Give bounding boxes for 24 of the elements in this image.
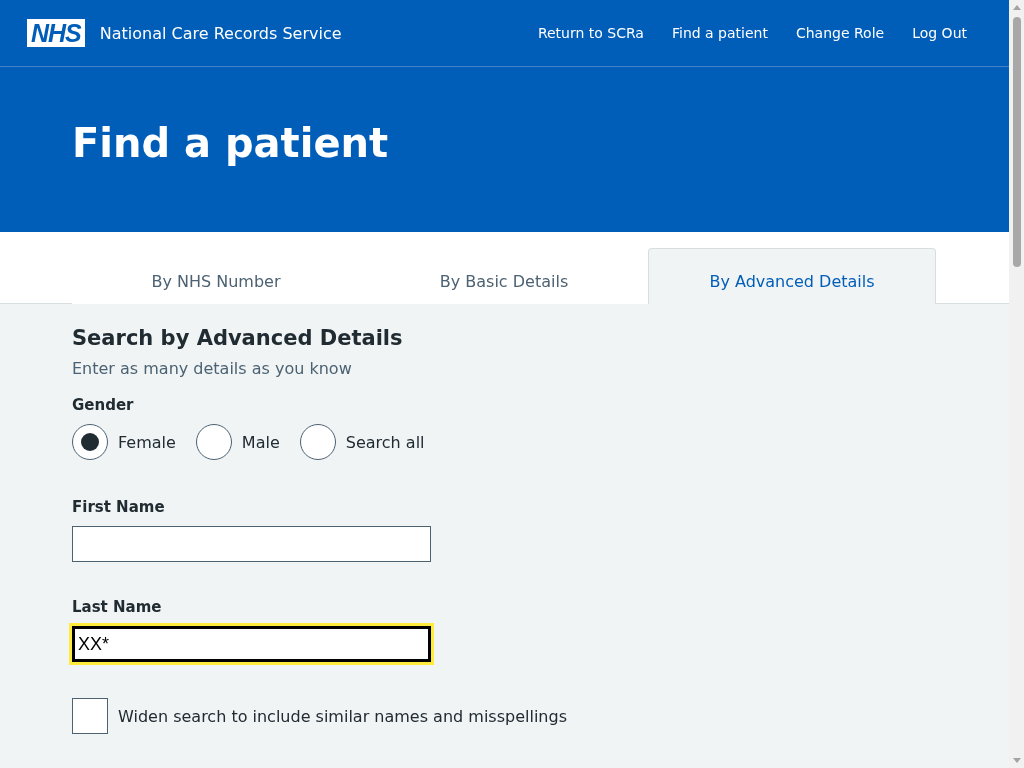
service-name: National Care Records Service <box>99 23 342 43</box>
hint-text: Enter as many details as you know <box>72 359 353 378</box>
radio-label: Female <box>118 432 176 452</box>
tab[interactable]: By Advanced Details <box>648 248 936 304</box>
radio-label: Male <box>241 432 280 452</box>
input-field[interactable]: XX* <box>72 626 431 662</box>
page-title: Find a patient <box>72 119 389 166</box>
checkbox[interactable] <box>72 698 108 734</box>
radio-label: Search all <box>345 432 425 452</box>
field-label: Last Name <box>72 598 163 616</box>
radio-button[interactable] <box>299 424 336 460</box>
nav-link[interactable]: Find a patient <box>671 25 768 41</box>
nav-link[interactable]: Log Out <box>912 25 967 41</box>
nav-link[interactable]: Return to SCRa <box>537 25 644 41</box>
input-field[interactable] <box>72 526 431 562</box>
radio-button[interactable] <box>195 424 232 460</box>
nhs-logo: NHS <box>27 19 85 47</box>
field-label: First Name <box>72 498 166 516</box>
checkbox-label: Widen search to include similar names and misspellings <box>118 706 567 726</box>
nav-link[interactable]: Change Role <box>795 25 885 41</box>
radio-button[interactable] <box>72 424 108 460</box>
field-label: Gender <box>72 396 135 414</box>
scrollbar[interactable] <box>1009 0 1024 768</box>
section-heading: Search by Advanced Details <box>72 326 404 350</box>
